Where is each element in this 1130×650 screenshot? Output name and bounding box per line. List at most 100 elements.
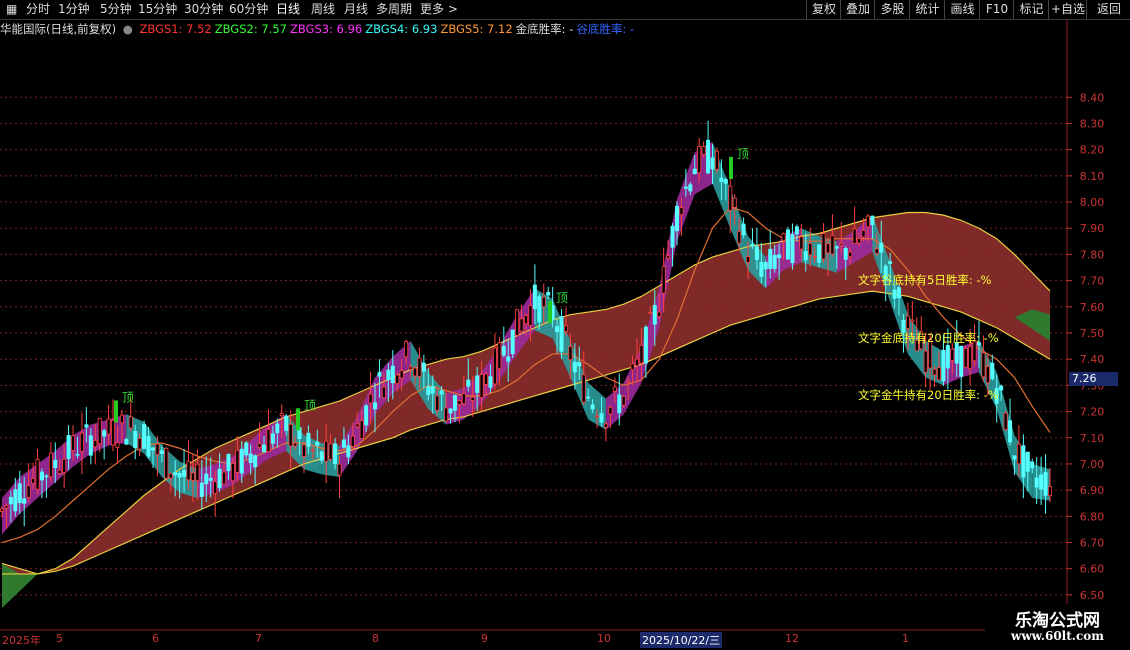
date-label-6: 10	[597, 632, 611, 645]
candle-body-22	[97, 418, 102, 445]
candle-body-114	[506, 356, 511, 362]
candle-body-25	[111, 420, 116, 446]
candlestick-chart[interactable]: 8.40 8.30 8.20 8.10 8.00 7.90 7.80 7.70 7.60 7.50…	[0, 0, 1130, 650]
candle-body-71	[315, 441, 320, 446]
candle-body-111	[492, 347, 497, 385]
candle-body-63	[279, 413, 284, 417]
candle-body-166	[737, 230, 742, 244]
candle-body-125	[555, 326, 560, 333]
annotation-valley-5d: 文字谷底持有5日胜率: -%	[858, 273, 992, 287]
candle-body-45	[199, 482, 204, 497]
candle-body-88	[390, 365, 395, 384]
candle-body-97	[430, 385, 435, 394]
candle-body-104	[461, 393, 466, 405]
y-tick-label-12: 7.20	[1080, 406, 1105, 419]
candle-body-159	[706, 139, 711, 174]
candle-body-189	[839, 243, 844, 246]
y-tick-label-5: 7.90	[1080, 222, 1105, 235]
candle-body-184	[817, 244, 822, 263]
top-signal-bar-0	[114, 400, 118, 423]
candle-body-69	[306, 432, 311, 447]
candle-body-100	[444, 407, 449, 422]
candle-body-150	[666, 255, 671, 259]
candle-body-144	[639, 345, 644, 364]
top-signal-label-1: 顶	[304, 398, 316, 412]
candle-body-12	[53, 459, 58, 468]
candle-body-188	[834, 246, 839, 249]
candle-body-87	[386, 369, 391, 381]
candle-body-55	[244, 442, 249, 456]
candle-body-217	[963, 348, 968, 368]
candle-body-183	[812, 256, 817, 258]
candle-body-1	[4, 505, 9, 509]
candle-body-149	[661, 266, 666, 294]
candle-body-152	[674, 205, 679, 232]
candle-body-53	[235, 449, 240, 473]
candle-body-193	[857, 238, 862, 244]
candle-body-160	[710, 157, 715, 170]
candle-body-208	[923, 350, 928, 373]
candle-body-50	[222, 471, 227, 485]
candle-body-133	[590, 404, 595, 410]
y-tick-label-2: 8.20	[1080, 144, 1105, 157]
candle-body-204	[905, 315, 910, 329]
y-tick-label-19: 6.50	[1080, 589, 1105, 602]
candle-body-59	[261, 444, 266, 453]
candle-body-16	[71, 435, 76, 451]
candle-body-212	[941, 349, 946, 382]
candle-body-75	[333, 443, 338, 465]
y-tick-label-4: 8.00	[1080, 196, 1105, 209]
candle-body-33	[146, 436, 151, 457]
candle-body-180	[799, 236, 804, 250]
candle-body-165	[732, 197, 737, 208]
y-tick-label-13: 7.10	[1080, 432, 1105, 445]
candle-body-195	[865, 215, 870, 228]
candle-body-3	[13, 489, 18, 512]
candle-body-235	[1043, 472, 1048, 496]
y-tick-label-17: 6.70	[1080, 537, 1105, 550]
candle-body-61	[270, 433, 275, 444]
candle-body-84	[373, 402, 378, 410]
candle-body-216	[959, 345, 964, 377]
candle-body-176	[781, 232, 786, 242]
candle-body-92	[408, 366, 413, 370]
candle-body-192	[852, 228, 857, 244]
candle-body-158	[701, 146, 706, 155]
y-tick-label-15: 6.90	[1080, 484, 1105, 497]
candle-body-39	[173, 472, 178, 476]
candle-body-179	[794, 226, 799, 235]
candle-body-57	[253, 455, 258, 468]
candle-body-29	[128, 416, 133, 429]
candle-body-167	[741, 223, 746, 236]
candle-body-26	[115, 442, 120, 448]
candle-body-98	[435, 395, 440, 411]
annotation-gold-bottom-20d: 文字金底持有20日胜率: -%	[858, 331, 999, 345]
candle-body-95	[421, 362, 426, 372]
top-signal-label-3: 顶	[737, 147, 749, 161]
candle-body-110	[488, 376, 493, 388]
candle-body-102	[452, 395, 457, 411]
candle-body-89	[395, 374, 400, 384]
candle-body-107	[475, 375, 480, 393]
candle-body-34	[150, 447, 155, 451]
candle-body-148	[657, 311, 662, 317]
candle-body-115	[510, 329, 515, 355]
candle-body-32	[142, 424, 147, 449]
candle-body-143	[635, 358, 640, 366]
candle-body-182	[808, 243, 813, 256]
candle-body-6	[26, 485, 31, 498]
candle-body-37	[164, 448, 169, 479]
top-signal-label-0: 顶	[122, 390, 134, 404]
candle-body-213	[945, 345, 950, 369]
candle-body-190	[843, 248, 848, 260]
candle-body-123	[546, 291, 551, 296]
candle-body-162	[719, 177, 724, 183]
candle-body-15	[66, 435, 71, 459]
candle-body-154	[683, 186, 688, 189]
candle-body-175	[777, 254, 782, 259]
candle-body-20	[88, 435, 93, 456]
candle-body-11	[48, 452, 53, 478]
candle-body-201	[892, 289, 897, 299]
candle-body-135	[599, 413, 604, 423]
candle-body-23	[102, 430, 107, 437]
